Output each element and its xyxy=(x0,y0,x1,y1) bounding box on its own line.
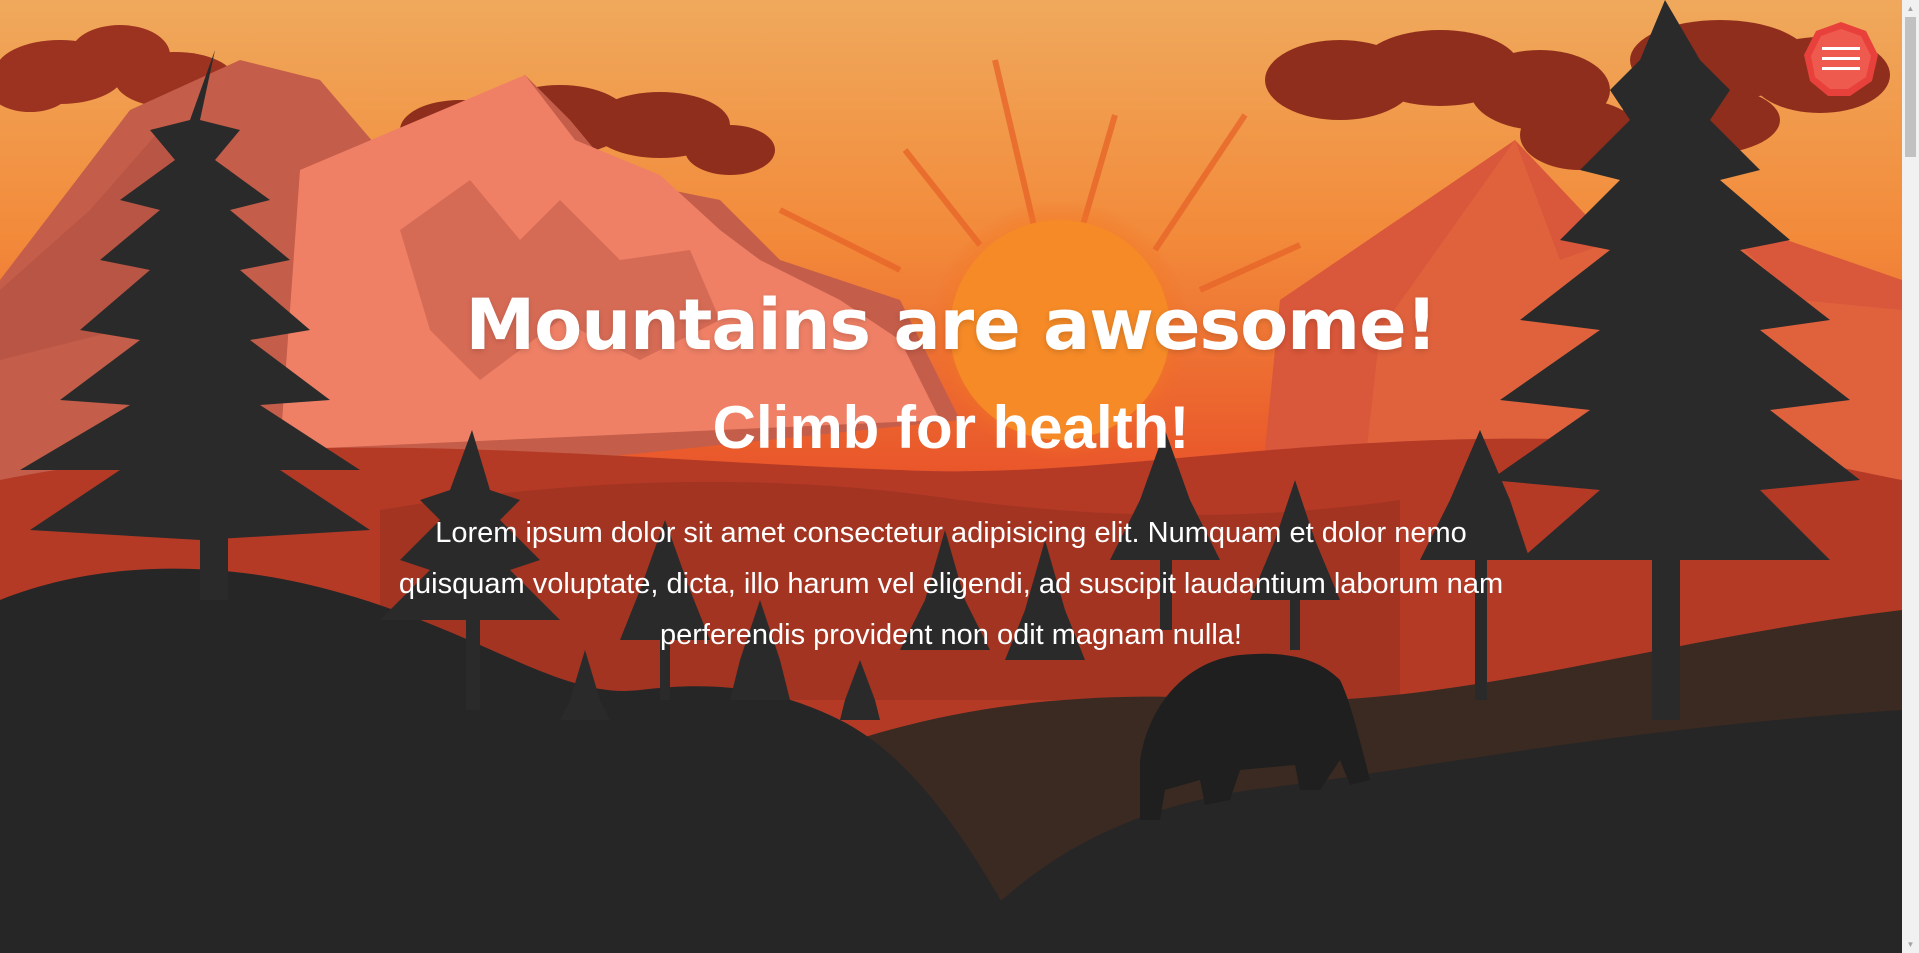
hero-section: Mountains are awesome! Climb for health!… xyxy=(0,0,1902,953)
sun-core xyxy=(950,220,1170,440)
menu-button[interactable] xyxy=(1802,20,1880,98)
scrollbar-thumb[interactable] xyxy=(1905,17,1916,157)
mountain-landscape-illustration xyxy=(0,0,1902,953)
scroll-up-arrow-icon[interactable]: ▲ xyxy=(1902,0,1919,17)
page: Mountains are awesome! Climb for health!… xyxy=(0,0,1919,953)
vertical-scrollbar[interactable]: ▲ ▼ xyxy=(1902,0,1919,953)
scroll-down-arrow-icon[interactable]: ▼ xyxy=(1902,936,1919,953)
hamburger-icon xyxy=(1804,22,1878,96)
